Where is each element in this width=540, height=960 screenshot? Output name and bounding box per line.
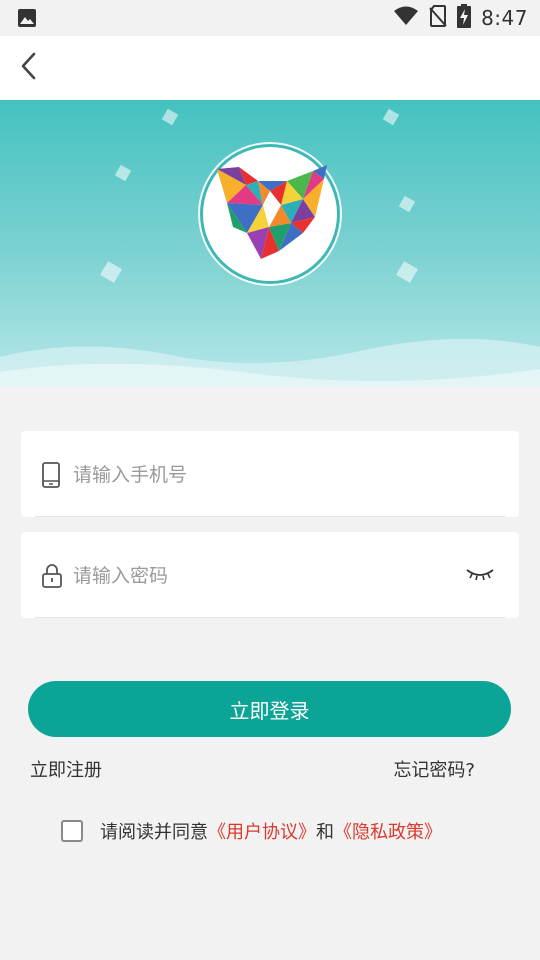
agreement-row: 请阅读并同意 《用户协议》 和 《隐私政策》 [61,817,442,845]
status-icons: 8:47 [393,0,528,36]
decorative-square [114,164,132,182]
forgot-password-link[interactable]: 忘记密码? [393,756,475,782]
agreement-conjunction: 和 [316,822,334,843]
privacy-policy-link[interactable]: 《隐私政策》 [334,818,442,844]
decorative-square [382,108,400,126]
app-bar [0,36,540,100]
no-sim-icon [429,5,447,31]
register-link[interactable]: 立即注册 [30,756,102,782]
field-divider [35,516,505,517]
image-notification-icon [17,8,37,28]
status-time: 8:47 [481,6,528,30]
decorative-square [161,108,179,126]
user-agreement-link[interactable]: 《用户协议》 [208,818,316,844]
lock-icon [41,563,62,589]
agreement-checkbox[interactable] [61,820,83,842]
field-divider [35,617,505,618]
chevron-left-icon [18,51,38,85]
decorative-square [396,261,418,283]
wifi-icon [393,6,419,30]
password-input[interactable] [71,558,455,594]
status-bar: 8:47 [0,0,540,36]
decorative-square [398,195,416,213]
phone-icon [41,462,61,488]
app-logo [203,147,337,281]
eye-closed-icon[interactable] [465,566,495,584]
v-logo-icon [217,165,327,259]
agreement-prefix: 请阅读并同意 [100,822,208,843]
password-field [21,532,519,618]
phone-field [21,431,519,517]
battery-charging-icon [457,4,472,32]
login-button[interactable]: 立即登录 [28,681,511,737]
phone-input[interactable] [71,457,455,493]
decorative-square [100,261,122,283]
back-button[interactable] [14,49,42,87]
wave-decoration [0,338,540,387]
